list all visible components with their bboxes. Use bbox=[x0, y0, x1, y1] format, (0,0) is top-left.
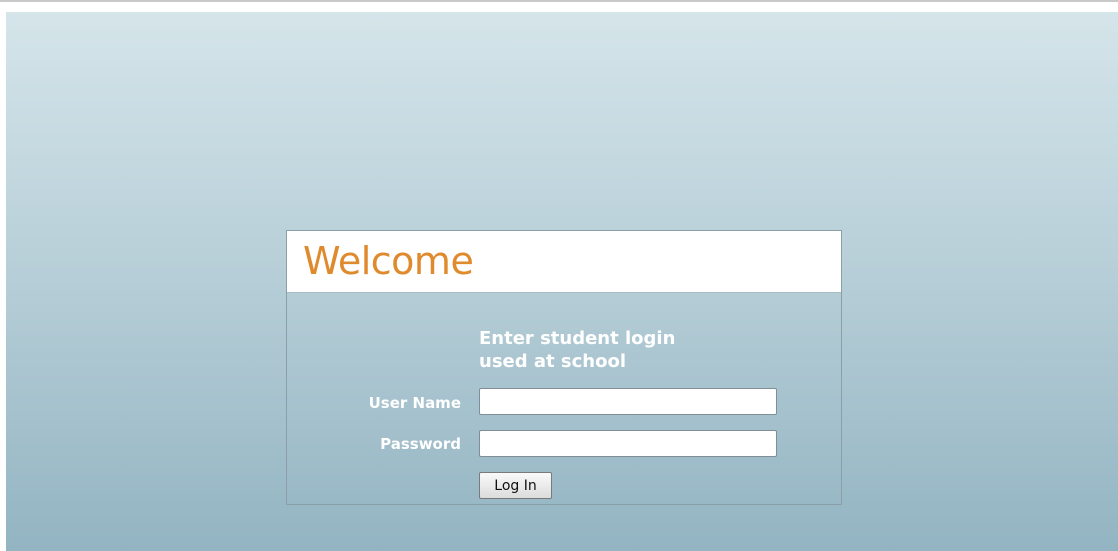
password-label: Password bbox=[380, 435, 461, 453]
username-label: User Name bbox=[368, 394, 461, 412]
login-instructions: Enter student login used at school bbox=[479, 327, 675, 373]
instruction-line-1: Enter student login bbox=[479, 328, 676, 349]
welcome-title: Welcome bbox=[303, 239, 474, 283]
password-input[interactable] bbox=[479, 430, 777, 457]
login-form: Welcome Enter student login used at scho… bbox=[286, 230, 842, 505]
login-button[interactable]: Log In bbox=[479, 472, 552, 499]
instruction-line-2: used at school bbox=[479, 351, 627, 372]
login-header: Welcome bbox=[287, 231, 841, 293]
top-divider bbox=[0, 0, 1118, 2]
username-input[interactable] bbox=[479, 388, 777, 415]
